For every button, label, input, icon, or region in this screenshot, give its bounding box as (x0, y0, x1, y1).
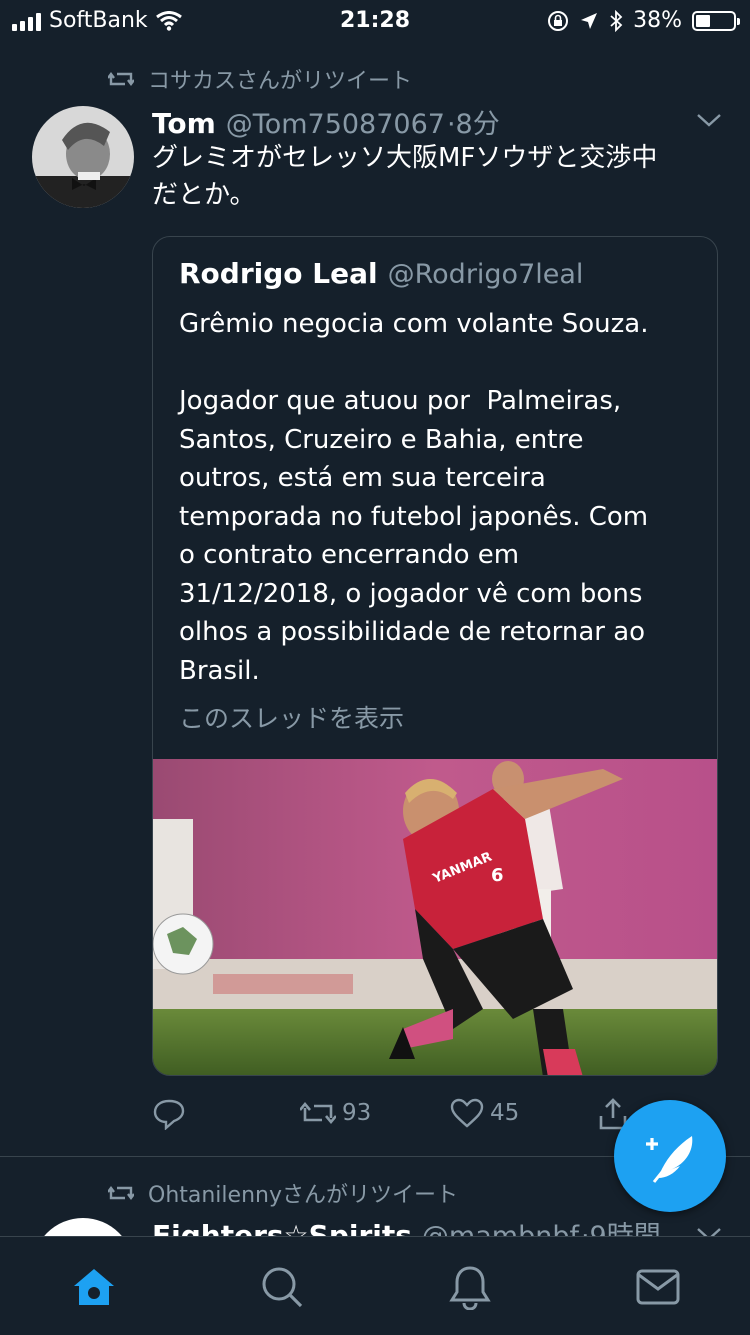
retweet-count: 93 (342, 1100, 372, 1126)
avatar[interactable] (32, 106, 134, 208)
retweeted-by-label: コサカスさんがリツイート (148, 69, 413, 94)
heart-icon (450, 1098, 484, 1128)
quoted-tweet-header: Rodrigo Leal @Rodrigo7leal (179, 257, 583, 290)
reply-button[interactable] (152, 1098, 186, 1130)
author-handle[interactable]: @Tom75087067 (226, 109, 445, 140)
battery-percent: 38% (633, 8, 682, 33)
retweeted-by-label: Ohtanilennyさんがリツイート (148, 1183, 458, 1208)
location-arrow-icon (581, 12, 598, 29)
author-name[interactable]: Tom (152, 107, 216, 140)
quoted-author-name: Rodrigo Leal (179, 257, 378, 290)
retweet-button[interactable]: 93 (300, 1098, 371, 1128)
quoted-author-handle: @Rodrigo7leal (387, 259, 584, 290)
battery-icon (692, 10, 740, 31)
quoted-tweet-text: Grêmio negocia com volante Souza. Jogado… (179, 309, 649, 686)
retweet-context: Ohtanilennyさんがリツイート (108, 1177, 458, 1209)
mail-icon (636, 1269, 680, 1305)
tab-messages[interactable] (632, 1261, 684, 1313)
tweet-photo[interactable]: YANMAR 6 (153, 759, 717, 1075)
tweet-time: ·8分 (446, 109, 500, 140)
tweet-text-line: だとか。 (152, 180, 256, 210)
show-thread-link[interactable]: このスレッドを表示 (179, 699, 404, 735)
tab-search[interactable] (256, 1261, 308, 1313)
tweet-header: Tom @Tom75087067 ·8分 (152, 102, 500, 141)
chevron-down-icon[interactable] (696, 112, 722, 128)
status-bar: SoftBank 21:28 38% (0, 0, 750, 42)
retweet-context: コサカスさんがリツイート (108, 63, 412, 95)
tab-home[interactable] (68, 1261, 120, 1313)
compose-tweet-button[interactable] (614, 1100, 726, 1212)
jersey-number: 6 (491, 865, 504, 886)
compose-feather-icon (646, 1136, 693, 1183)
reply-icon (153, 1099, 185, 1130)
retweet-icon (300, 1101, 336, 1125)
tweet-text: グレミオがセレッソ大阪MFソウザと交渉中 だとか。 (152, 140, 712, 214)
like-button[interactable]: 45 (450, 1098, 519, 1128)
bottom-tab-bar (0, 1236, 750, 1335)
retweet-icon (108, 72, 134, 86)
status-right: 38% (547, 8, 740, 33)
tab-notifications[interactable] (444, 1261, 496, 1313)
home-icon (74, 1269, 114, 1305)
bluetooth-icon (610, 9, 623, 32)
like-count: 45 (490, 1100, 520, 1126)
quoted-tweet-card[interactable]: Rodrigo Leal @Rodrigo7leal Grêmio negoci… (152, 236, 718, 1076)
bell-icon (449, 1266, 491, 1310)
retweet-icon (108, 1186, 134, 1200)
search-icon (262, 1267, 303, 1308)
rotation-lock-icon (548, 10, 569, 31)
tweet-text-line: グレミオがセレッソ大阪MFソウザと交渉中 (152, 143, 658, 173)
